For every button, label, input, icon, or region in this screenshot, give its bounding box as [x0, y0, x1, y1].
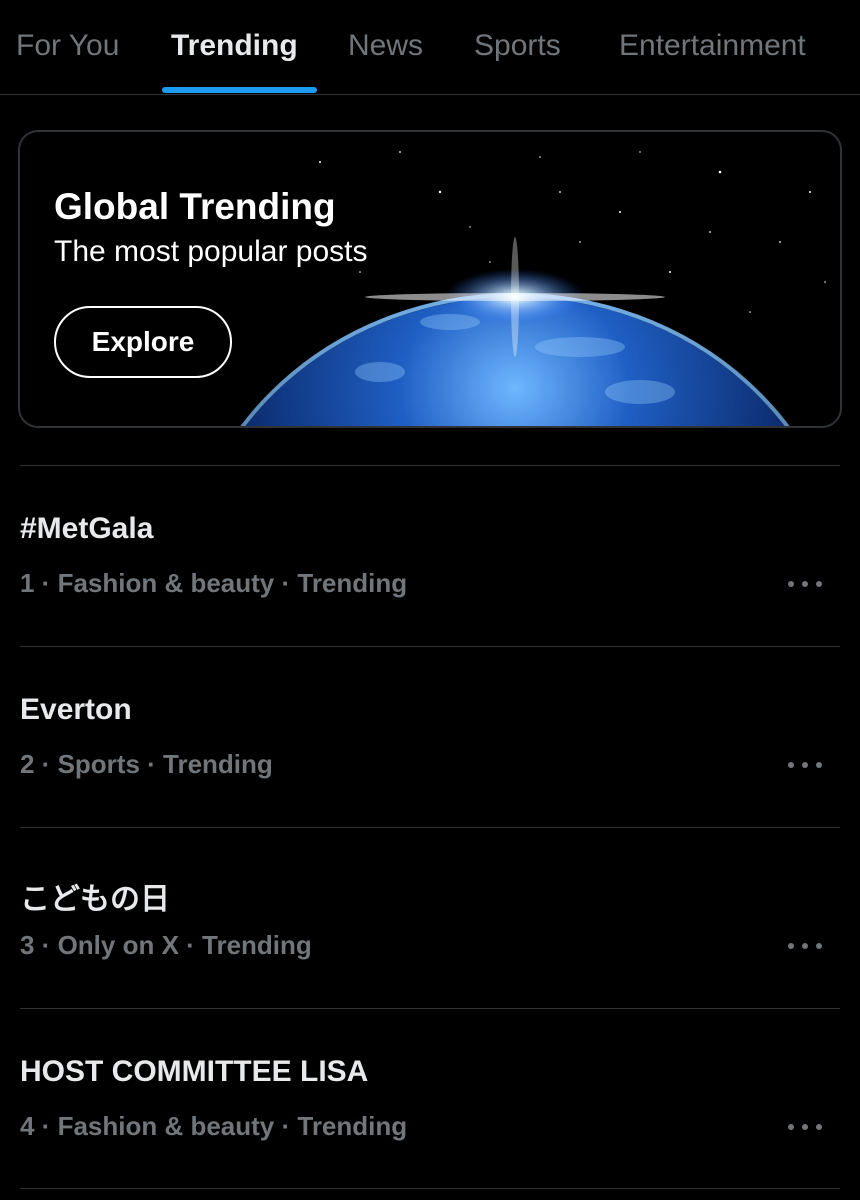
trend-meta: 2 · Sports · Trending: [20, 749, 273, 779]
global-trending-banner[interactable]: Global Trending The most popular posts E…: [18, 130, 842, 428]
top-tab-bar: For You Trending News Sports Entertainme…: [0, 0, 860, 95]
trend-title: Everton: [20, 693, 132, 726]
more-options-icon[interactable]: [788, 579, 822, 589]
trend-title: #MetGala: [20, 512, 154, 545]
more-options-icon[interactable]: [788, 941, 822, 951]
trend-title: こどもの日: [20, 883, 170, 916]
earth-image: [240, 151, 826, 426]
banner-title: Global Trending: [54, 186, 336, 227]
more-options-icon[interactable]: [788, 760, 822, 770]
trend-meta: 3 · Only on X · Trending: [20, 930, 312, 960]
tab-for-you[interactable]: For You: [16, 26, 119, 66]
more-options-icon[interactable]: [788, 1122, 822, 1132]
tab-news[interactable]: News: [348, 26, 423, 66]
divider: [20, 1188, 840, 1189]
trend-meta: 1 · Fashion & beauty · Trending: [20, 568, 408, 598]
trend-title: HOST COMMITTEE LISA: [20, 1055, 369, 1088]
trend-item[interactable]: HOST COMMITTEE LISA 4 · Fashion & beauty…: [0, 1009, 860, 1189]
active-tab-indicator: [162, 87, 317, 93]
trend-item[interactable]: Everton 2 · Sports · Trending: [0, 647, 860, 827]
trend-item[interactable]: #MetGala 1 · Fashion & beauty · Trending: [0, 466, 860, 646]
tab-entertainment[interactable]: Entertainment: [619, 26, 806, 66]
banner-subtitle: The most popular posts: [54, 235, 368, 268]
tab-sports[interactable]: Sports: [474, 26, 561, 66]
trend-item[interactable]: こどもの日 3 · Only on X · Trending: [0, 828, 860, 1008]
explore-button[interactable]: Explore: [54, 306, 232, 378]
trend-meta: 4 · Fashion & beauty · Trending: [20, 1111, 408, 1141]
tab-trending[interactable]: Trending: [171, 26, 298, 66]
